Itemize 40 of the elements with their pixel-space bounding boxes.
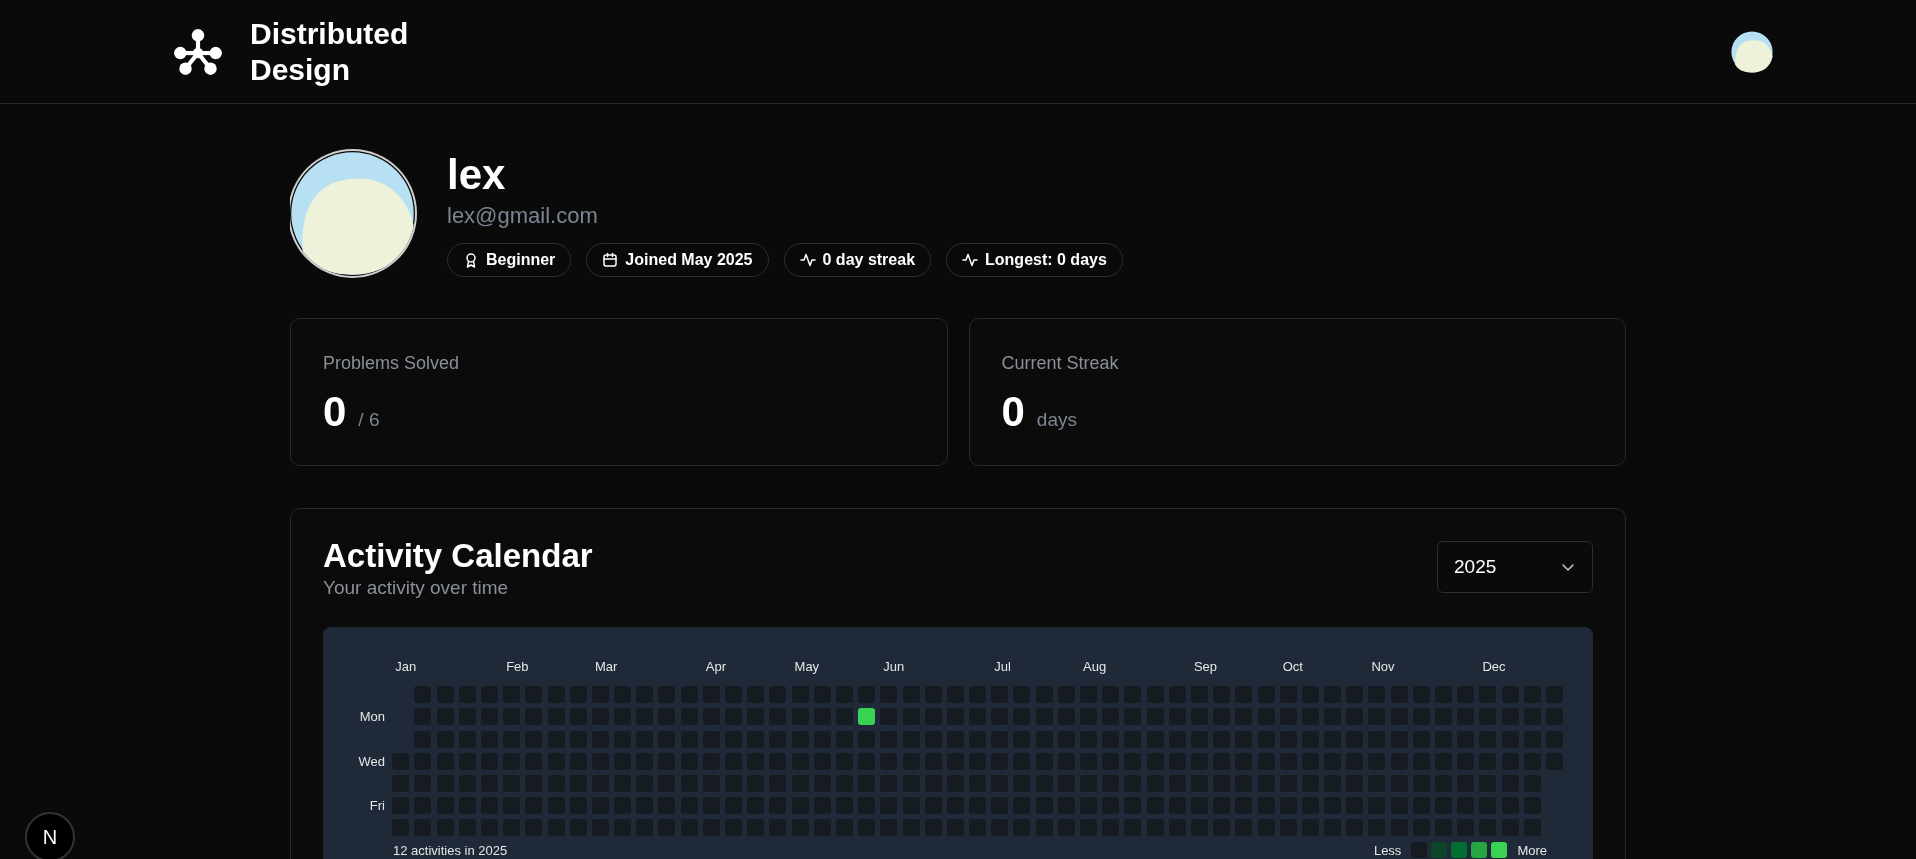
stat-unit: days — [1036, 409, 1077, 431]
stat-value: 0 — [1001, 388, 1025, 436]
badge-label: Joined May 2025 — [625, 251, 753, 269]
weekday-label: Fri — [368, 797, 385, 815]
badge-label: Longest: 0 days — [985, 251, 1107, 269]
month-label: Oct — [1282, 659, 1304, 674]
weekday-label: Mon — [358, 708, 385, 726]
award-icon — [463, 252, 479, 268]
month-label: Apr — [705, 659, 728, 674]
month-label: Jun — [883, 659, 906, 674]
framework-badge[interactable]: N — [25, 812, 75, 859]
badge-label: Beginner — [486, 251, 556, 269]
activity-summary: 12 activities in 2025 — [393, 842, 508, 858]
year-dropdown[interactable]: 2025 — [1437, 541, 1593, 593]
calendar-icon — [602, 252, 619, 268]
stat-label: Problems Solved — [323, 353, 461, 374]
avatar[interactable] — [1731, 30, 1773, 73]
month-label: Jul — [994, 659, 1012, 674]
legend-label: Less — [1373, 842, 1402, 858]
pulse-icon — [962, 252, 979, 268]
month-label: Dec — [1482, 659, 1507, 674]
month-label: Mar — [594, 659, 619, 674]
user-email: lex@gmail.com — [447, 203, 599, 229]
stat-label: Current Streak — [1001, 353, 1120, 374]
legend-label: More — [1517, 842, 1547, 858]
user-name: lex — [447, 151, 507, 199]
month-label: Aug — [1083, 659, 1108, 674]
pulse-icon — [799, 252, 816, 268]
stat-unit: / 6 — [358, 409, 380, 431]
section-subtitle: Your activity over time — [323, 577, 510, 599]
section-title: Activity Calendar — [323, 537, 593, 575]
month-label: Jan — [395, 659, 418, 674]
badge-label: 0 day streak — [822, 251, 916, 269]
month-label: Sep — [1193, 659, 1219, 674]
weekday-label: Wed — [357, 752, 385, 770]
month-label: May — [794, 659, 821, 674]
stat-value: 0 — [323, 388, 347, 436]
month-label: Nov — [1371, 659, 1396, 674]
brand-name[interactable]: Distributed Design — [250, 15, 420, 88]
month-label: Feb — [506, 659, 530, 674]
